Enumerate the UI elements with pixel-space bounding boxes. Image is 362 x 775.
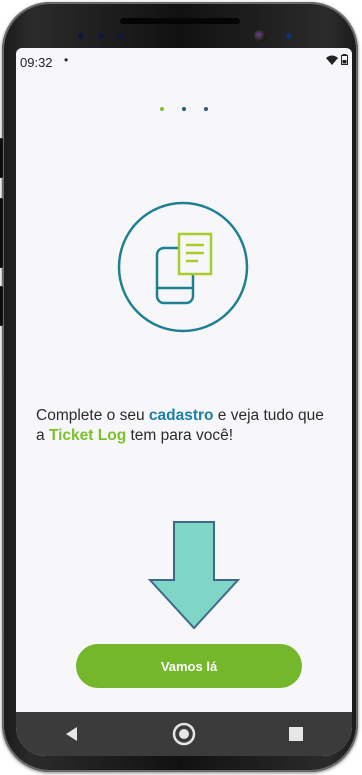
front-sensor (118, 33, 124, 39)
message-text: Complete o seu (36, 407, 149, 424)
front-sensor (286, 33, 292, 39)
status-time: 09:32 (20, 55, 53, 70)
message-highlight-cadastro: cadastro (148, 407, 214, 424)
wifi-icon (326, 55, 338, 65)
nav-home-button[interactable] (164, 719, 204, 749)
phone-frame: 09:32 • Complete o seu cadastro e veja t… (0, 2, 358, 772)
nav-recents-button[interactable] (276, 719, 316, 749)
notification-dot: • (64, 53, 69, 67)
page-dot[interactable] (182, 107, 186, 111)
app-screen: 09:32 • Complete o seu cadastro e veja t… (16, 48, 352, 756)
phone-with-document-icon (117, 201, 249, 333)
nav-back-button[interactable] (52, 719, 92, 749)
system-nav-bar (16, 712, 352, 756)
status-icons (326, 54, 348, 65)
page-dot[interactable] (204, 107, 208, 111)
continue-button[interactable]: Vamos lá (76, 644, 302, 688)
recents-icon (289, 727, 303, 741)
home-icon (172, 722, 196, 746)
front-sensor (78, 33, 84, 39)
front-sensor (98, 33, 104, 39)
onboarding-message: Complete o seu cadastro e veja tudo que … (36, 406, 336, 446)
page-dot-active[interactable] (160, 107, 164, 111)
pagination-dots (16, 98, 352, 116)
battery-icon (341, 54, 348, 65)
side-button (0, 286, 3, 326)
volume-button (0, 198, 3, 268)
speaker-grille (120, 18, 240, 24)
message-text: tem para você! (126, 427, 233, 444)
down-arrow-icon (147, 521, 241, 630)
power-button (0, 138, 3, 178)
back-icon (66, 727, 77, 741)
front-camera (254, 30, 266, 42)
message-highlight-brand: Ticket Log (48, 427, 127, 444)
status-bar: 09:32 • (16, 48, 352, 72)
